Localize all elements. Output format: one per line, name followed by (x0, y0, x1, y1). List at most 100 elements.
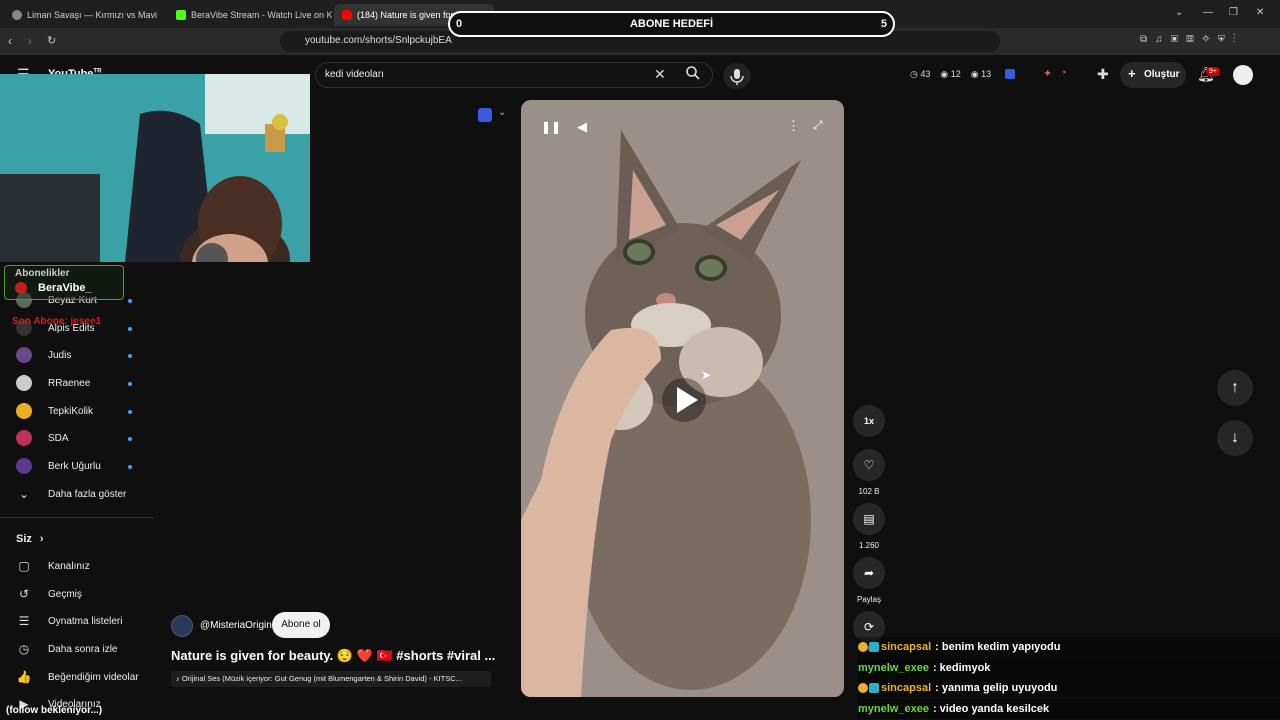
streamer-name-box: Abonelikler BeraVibe_ (4, 265, 124, 300)
tab-title: Liman Savaşı — Kırmızı vs Mavi (27, 10, 158, 20)
streamer-avatar (15, 282, 27, 294)
follow-waiting: (follow bekleniyor...) (6, 705, 103, 716)
create-button[interactable]: + Oluştur (1120, 62, 1186, 88)
mouse-cursor: ➤ (701, 368, 712, 382)
shorts-create-icon[interactable]: ✚ (1097, 66, 1109, 83)
browser-tab[interactable]: BeraVibe Stream - Watch Live on Kick (168, 4, 332, 26)
chat-text: : video yanda kesilcek (932, 703, 1050, 715)
minimize-icon[interactable]: — (1203, 7, 1213, 18)
sidebar-item-label: Daha sonra izle (48, 643, 118, 655)
sidebar-subscription[interactable]: Berk Uğurlu (16, 455, 101, 477)
more-options-icon[interactable]: ⋮ (787, 118, 800, 134)
volume-icon[interactable]: ◀ (577, 119, 587, 135)
clock-icon: ◷ (18, 642, 30, 656)
search-icon[interactable] (685, 65, 701, 84)
sidebar-item-watch-later[interactable]: ◷ Daha sonra izle (16, 638, 118, 660)
chevron-down-icon[interactable]: ⌄ (1175, 7, 1183, 18)
new-content-dot (128, 327, 132, 331)
mic-icon (730, 69, 744, 85)
thumb-up-icon: 👍 (16, 670, 32, 684)
iq-overlay-icon[interactable] (478, 108, 492, 122)
sidebar-item-label: RRaenee (48, 377, 91, 389)
music-info[interactable]: ♪ Orijinal Ses (Müzik içeriyor: Gut Genu… (171, 671, 491, 687)
notification-badge: 9+ (1206, 67, 1220, 76)
webcam-image (0, 74, 310, 262)
sidebar-section-you[interactable]: Siz › (16, 528, 44, 550)
chevron-down-icon[interactable]: ⌄ (498, 107, 506, 118)
close-icon[interactable]: ✕ (1256, 7, 1264, 18)
stat-c: ◉ 13 (970, 69, 992, 79)
share-label: Paylaş (856, 595, 881, 604)
sidebar-item-history[interactable]: ↺ Geçmiş (16, 583, 82, 605)
extension-icons[interactable]: ⧉♫▣▦✧⛨⋮ (1140, 34, 1244, 45)
channel-name[interactable]: @MisteriaOrigin (200, 620, 272, 631)
show-more-button[interactable]: ⌄ Daha fazla göster (16, 483, 126, 505)
chat-username: sincapsal (881, 641, 932, 653)
chevron-right-icon: › (39, 533, 44, 545)
share-icon: ➦ (853, 557, 885, 589)
sidebar-divider (0, 517, 153, 518)
short-title[interactable]: Nature is given for beauty. 😌 ❤️ 🇹🇷 #sho… (171, 648, 495, 664)
ext-icon[interactable]: ✦ (1043, 67, 1052, 80)
fullscreen-icon[interactable]: ⤢ (813, 118, 823, 133)
sidebar-subscription[interactable]: TepkiKolik (16, 400, 93, 422)
sidebar-item-label: Oynatma listeleri (48, 615, 123, 627)
account-avatar[interactable] (1233, 65, 1253, 85)
channel-avatar (16, 347, 32, 363)
plus-icon: + (1128, 66, 1136, 81)
sidebar-item-your-channel[interactable]: ▢ Kanalınız (16, 555, 89, 577)
ext-icon[interactable]: ◔ (1060, 67, 1067, 79)
next-short-button[interactable]: ↓ (1217, 420, 1253, 456)
play-icon[interactable] (662, 378, 706, 422)
comment-count: 1.260 (858, 541, 880, 550)
like-button[interactable]: ♡ 102 B (851, 449, 887, 496)
chat-message: sincapsal : benim kedim yapıyodu (858, 637, 1280, 657)
sidebar-subscription[interactable]: Judis (16, 344, 71, 366)
sidebar-item-liked-videos[interactable]: 👍 Beğendiğim videolar (16, 666, 139, 688)
forward-icon[interactable]: › (28, 34, 32, 48)
playback-speed-button[interactable]: 1x (851, 405, 887, 437)
sidebar-item-label: Daha fazla göster (48, 488, 127, 500)
comment-icon: ▤ (853, 503, 885, 535)
sidebar-item-label: Berk Uğurlu (48, 460, 101, 472)
iq-extension-icon[interactable] (1005, 69, 1015, 79)
search-value: kedi videoları (325, 69, 384, 80)
sidebar-subscription[interactable]: SDA (16, 427, 69, 449)
gift-badge-icon (869, 683, 879, 693)
sidebar-item-label: Beğendiğim videolar (48, 671, 139, 683)
chat-badges (858, 683, 879, 693)
stat-b: ◉ 12 (940, 69, 961, 79)
arrow-down-icon: ↓ (1231, 429, 1239, 446)
sidebar-item-playlists[interactable]: ☰ Oynatma listeleri (16, 610, 123, 632)
new-content-dot (128, 465, 132, 469)
chat-message: mynelw_exee : video yanda kesilcek (858, 699, 1280, 719)
channel-avatar (16, 375, 32, 391)
url-text[interactable]: youtube.com/shorts/SnlpckujbEA (305, 35, 452, 46)
pause-icon[interactable]: ❚❚ (541, 120, 561, 134)
new-content-dot (128, 410, 132, 414)
chat-text: : yanıma gelip uyuyodu (935, 682, 1058, 694)
voice-search-button[interactable] (723, 63, 751, 89)
channel-avatar (16, 403, 32, 419)
tab-title: BeraVibe Stream - Watch Live on Kick (191, 10, 332, 20)
comments-button[interactable]: ▤ 1.260 (851, 503, 887, 550)
clear-search-icon[interactable]: ✕ (654, 66, 666, 83)
back-icon[interactable]: ‹ (8, 34, 12, 48)
chat-username: mynelw_exee (858, 703, 929, 715)
previous-short-button[interactable]: ↑ (1217, 370, 1253, 406)
new-content-dot (128, 354, 132, 358)
chat-message: mynelw_exee : kedimyok (858, 658, 1280, 678)
subscribe-button[interactable]: Abone ol (272, 612, 330, 638)
share-button[interactable]: ➦ Paylaş (851, 557, 887, 604)
browser-tab[interactable]: Liman Savaşı — Kırmızı vs Mavi (4, 4, 164, 26)
restore-icon[interactable]: ❐ (1229, 7, 1238, 18)
channel-icon: ▢ (18, 559, 30, 573)
reload-icon[interactable]: ↻ (47, 34, 56, 47)
channel-avatar[interactable] (171, 615, 193, 637)
sidebar-item-label: Judis (48, 349, 72, 361)
globe-icon (12, 10, 22, 20)
webcam-overlay (0, 74, 310, 262)
history-icon: ↺ (18, 587, 30, 601)
extension-stats: ◷ 43 ◉ 12 ◉ 13 (910, 69, 991, 80)
sidebar-subscription[interactable]: RRaenee (16, 372, 90, 394)
